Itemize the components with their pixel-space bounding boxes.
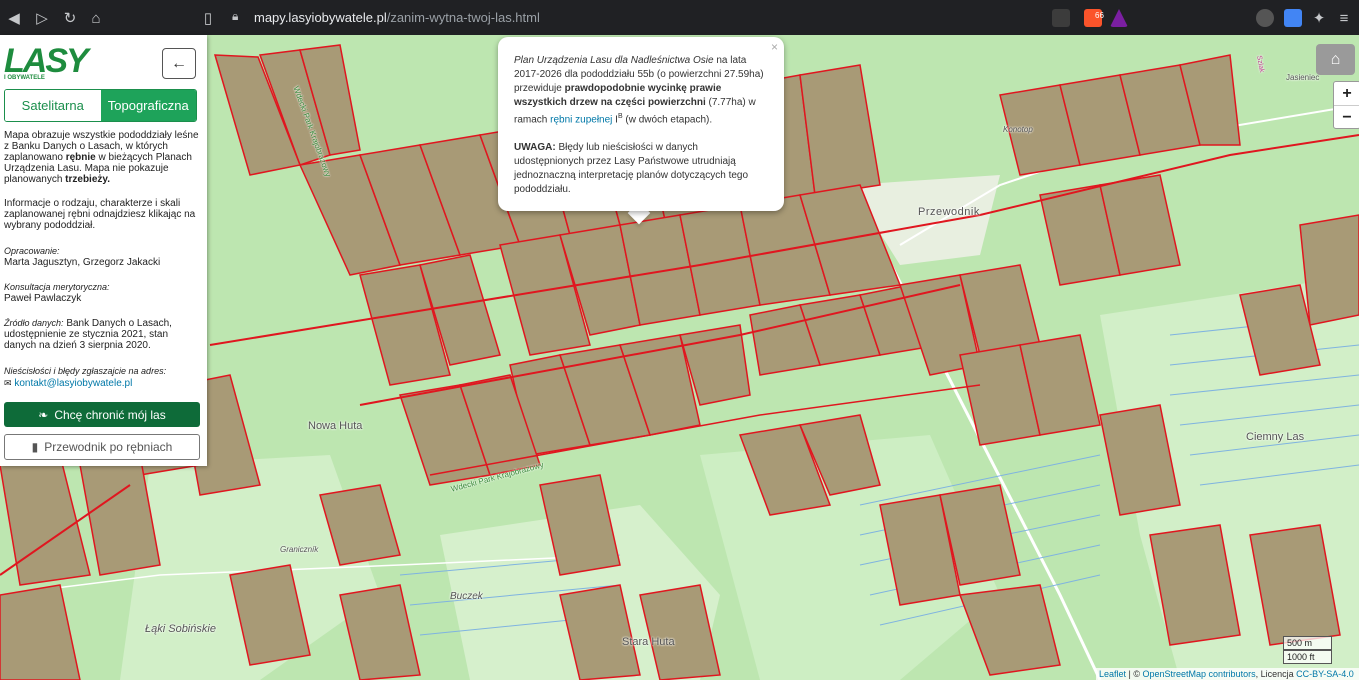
attribution: Leaflet | © OpenStreetMap contributors, … [1096, 668, 1359, 680]
sidebar-panel: LASY I OBYWATELE ← Satelitarna Topografi… [0, 35, 207, 466]
reload-icon[interactable]: ↻ [60, 8, 80, 28]
back-nav-icon[interactable]: ◀ [4, 8, 24, 28]
zoom-in-button[interactable]: + [1334, 82, 1359, 106]
leaflet-link[interactable]: Leaflet [1099, 669, 1126, 679]
menu-icon[interactable]: ≡ [1334, 8, 1354, 28]
forward-nav-icon[interactable]: ▷ [32, 8, 52, 28]
lock-icon: 🔒︎ [232, 9, 239, 23]
zoom-out-button[interactable]: − [1334, 106, 1359, 129]
home-icon[interactable]: ⌂ [86, 8, 106, 28]
contact-email-link[interactable]: kontakt@lasyiobywatele.pl [14, 378, 132, 389]
site-permissions-icon[interactable] [1052, 9, 1070, 27]
map-label-ciemny-las: Ciemny Las [1246, 431, 1305, 443]
popup-plan-text: Plan Urządzenia Lasu dla Nadleśnictwa Os… [514, 55, 764, 126]
map-label-jasieniec: Jasieniec [1286, 73, 1320, 82]
popup-close-button[interactable]: × [771, 40, 778, 54]
data-source: Źródło danych: Bank Danych o Lasach, udo… [4, 318, 172, 351]
browser-toolbar: ◀ ▷ ↻ ⌂ ▯ 🔒︎ mapy.lasyiobywatele.pl/zani… [0, 0, 1359, 35]
url-path: /zanim-wytna-twoj-las.html [386, 10, 540, 25]
protect-forest-button[interactable]: ❧ Chcę chronić mój las [4, 402, 200, 427]
reset-view-button[interactable]: ⌂ [1316, 44, 1355, 75]
extension-vpn-icon[interactable] [1256, 9, 1274, 27]
contact-line: ✉ kontakt@lasyiobywatele.pl [4, 378, 202, 389]
leaf-icon: ❧ [38, 407, 49, 422]
errors-note: Nieścisłości i błędy zgłaszajcie na adre… [4, 366, 167, 376]
home-icon: ⌂ [1330, 50, 1341, 68]
map-label-nowa-huta: Nowa Huta [308, 420, 363, 432]
arrow-left-icon: ← [171, 54, 187, 72]
tab-satellite[interactable]: Satelitarna [5, 90, 101, 121]
translate-icon[interactable] [1284, 9, 1302, 27]
map-label-buczek: Buczek [450, 591, 483, 602]
credit-consultation: Konsultacja merytoryczna: Paweł Pawlaczyk [4, 282, 110, 304]
guide-button[interactable]: ▮ Przewodnik po rębniach [4, 434, 200, 460]
map-label-przewodnik: Przewodnik [918, 206, 980, 218]
zoom-control: + − [1333, 81, 1359, 129]
map-label-laki: Łąki Sobińskie [145, 623, 216, 635]
cutting-type-link[interactable]: rębni zupełnej [550, 114, 612, 125]
logo-text: LASY [4, 42, 89, 80]
logo[interactable]: LASY I OBYWATELE [4, 42, 89, 83]
scale-imperial: 1000 ft [1283, 650, 1332, 664]
map-label-granicznik: Graniczník [280, 545, 319, 554]
osm-link[interactable]: OpenStreetMap contributors [1143, 669, 1256, 679]
envelope-icon: ✉ [4, 378, 12, 388]
license-link[interactable]: CC-BY-SA-4.0 [1296, 669, 1354, 679]
credit-authors: Opracowanie: Marta Jagusztyn, Grzegorz Ja… [4, 246, 161, 268]
document-icon: ▮ [31, 440, 39, 454]
popup-warning: UWAGA: Błędy lub nieścisłości w danych u… [514, 142, 749, 196]
extensions-puzzle-icon[interactable]: ✦ [1309, 8, 1329, 28]
parcel-popup: × Plan Urządzenia Lasu dla Nadleśnictwa … [498, 37, 784, 211]
collapse-sidebar-button[interactable]: ← [162, 48, 196, 79]
url-host: mapy.lasyiobywatele.pl [254, 10, 387, 25]
map-label-stara-huta: Stara Huta [622, 636, 675, 648]
scale-metric: 500 m [1283, 636, 1332, 650]
forest-parcel[interactable] [1299, 214, 1359, 326]
bookmark-icon[interactable]: ▯ [198, 8, 218, 28]
map-label-konotop: Konotop [1003, 125, 1033, 134]
tab-topographic[interactable]: Topograficzna [100, 90, 196, 121]
shields-count-badge: 66 [1095, 11, 1104, 20]
address-bar[interactable]: 🔒︎ mapy.lasyiobywatele.pl/zanim-wytna-tw… [224, 4, 1134, 31]
description-info: Informacje o rodzaju, charakterze i skal… [4, 198, 196, 231]
basemap-toggle: Satelitarna Topograficzna [4, 89, 197, 122]
description: Mapa obrazuje wszystkie pododdziały leśn… [4, 130, 199, 185]
